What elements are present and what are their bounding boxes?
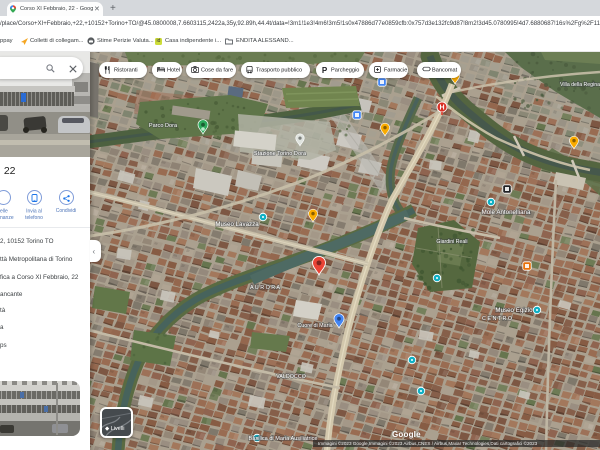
svg-text:Giardini Reali: Giardini Reali (436, 239, 467, 245)
svg-text:Parco Dora: Parco Dora (149, 123, 178, 129)
svg-text:A U R O R A: A U R O R A (250, 285, 280, 291)
svg-text:Museo Lavazza: Museo Lavazza (215, 221, 259, 228)
svg-text:Mole Antonelliana: Mole Antonelliana (482, 209, 531, 216)
svg-text:Villa della Regina: Villa della Regina (560, 82, 600, 88)
svg-text:Cuore di Maria: Cuore di Maria (297, 323, 332, 329)
svg-text:C E N T R O: C E N T R O (482, 316, 512, 322)
svg-text:VALDOCCO: VALDOCCO (276, 374, 306, 380)
svg-text:P: P (322, 66, 328, 74)
svg-text:H: H (439, 105, 444, 112)
svg-text:Stazione Torino Dora: Stazione Torino Dora (254, 151, 307, 157)
svg-text:Basilica di Maria Ausiliatrice: Basilica di Maria Ausiliatrice (248, 436, 317, 442)
svg-text:Museo Egizio: Museo Egizio (495, 307, 533, 314)
